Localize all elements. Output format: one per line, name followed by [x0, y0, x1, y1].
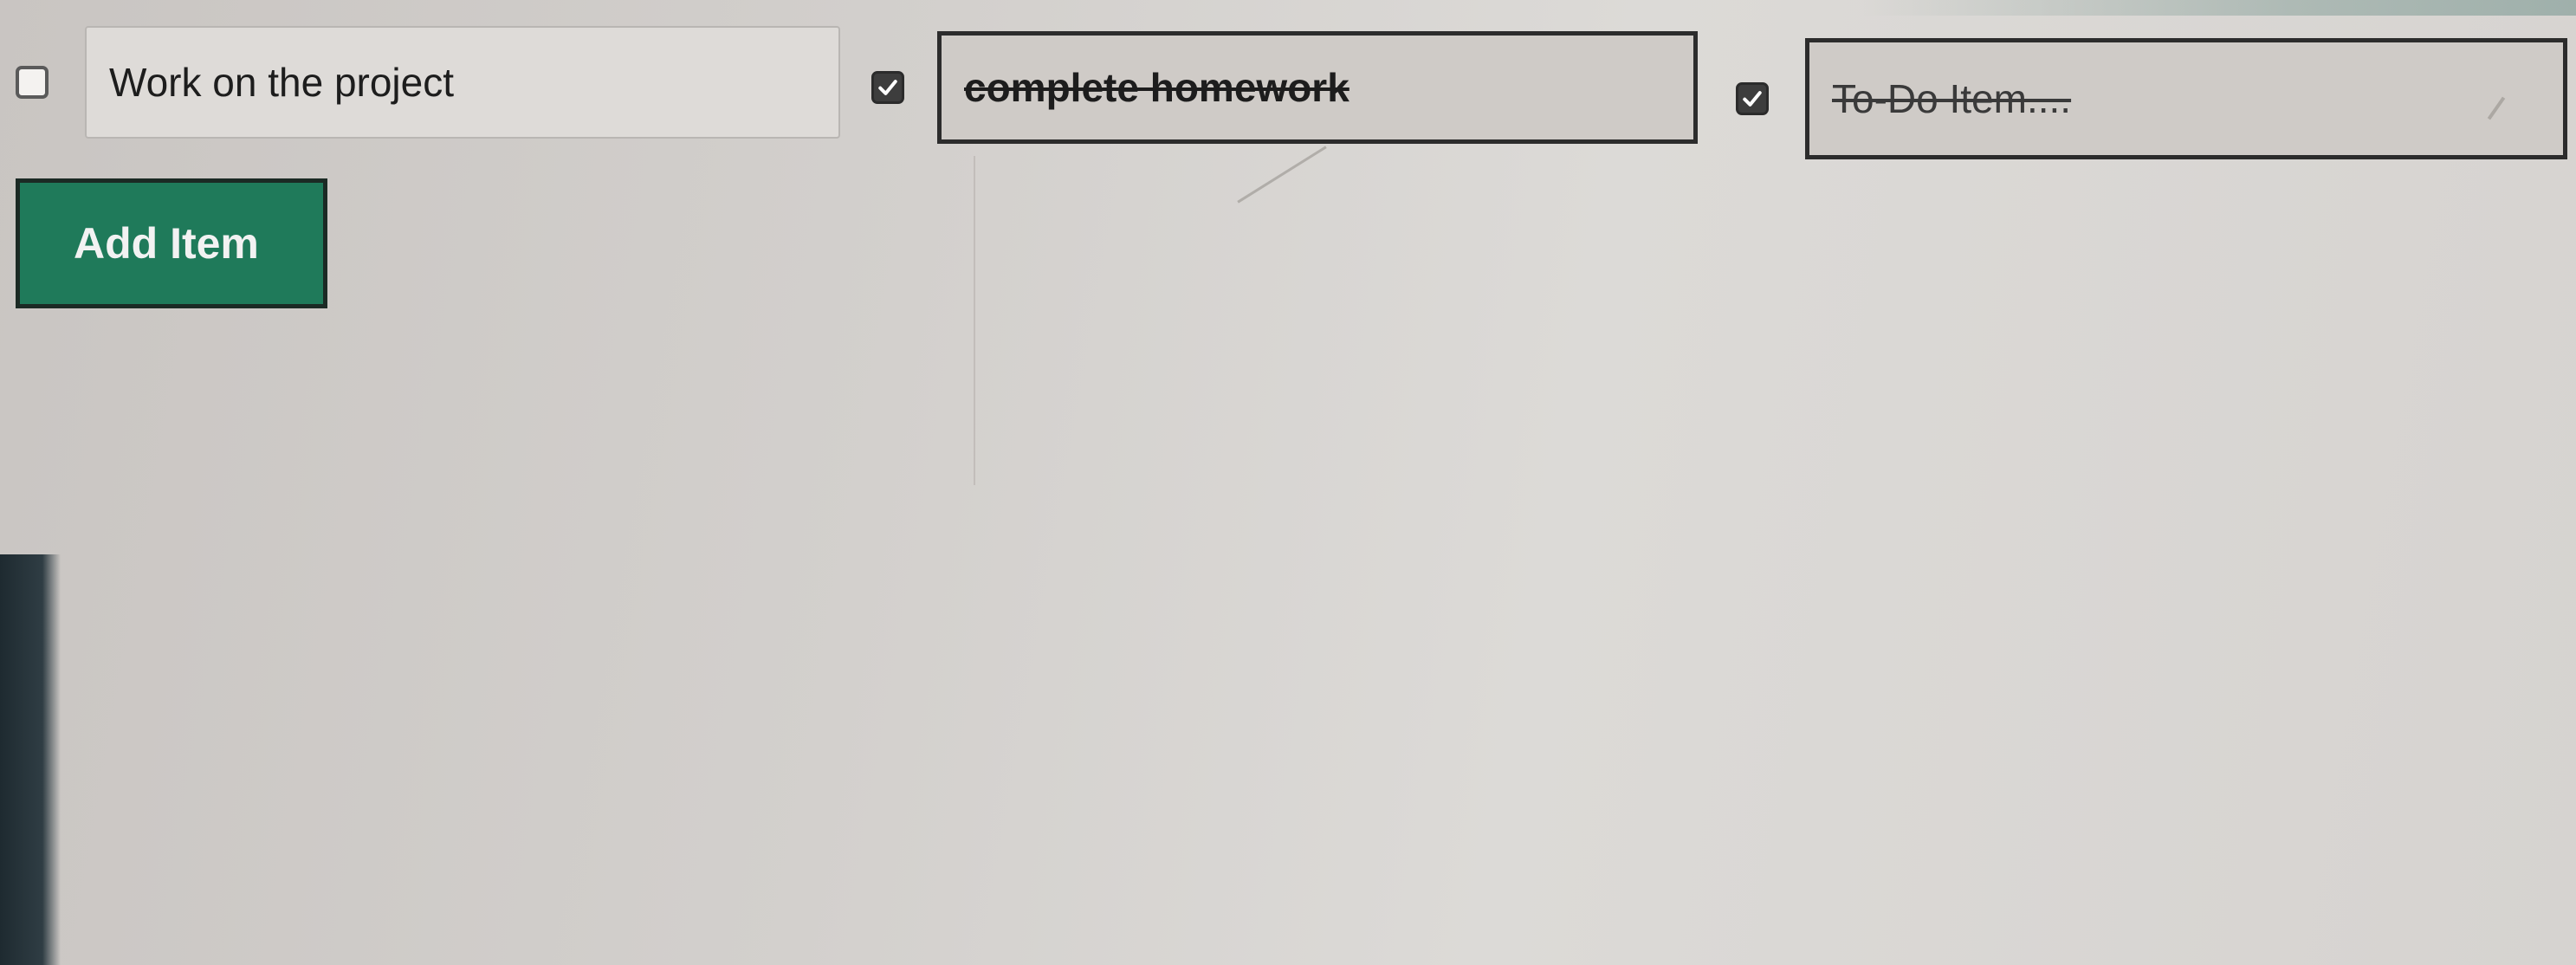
- checkmark-icon: [1743, 91, 1762, 107]
- todo-text-1: Work on the project: [109, 60, 455, 105]
- todo-item-1: Work on the project: [16, 26, 840, 139]
- checkmark-icon: [878, 80, 897, 95]
- todo-checkbox-1[interactable]: [16, 66, 49, 99]
- todo-text-3: To-Do Item....: [1832, 76, 2072, 121]
- todo-text-input-3[interactable]: To-Do Item....: [1805, 38, 2567, 159]
- screen-scratch: [974, 156, 975, 485]
- todo-text-2: complete homework: [964, 65, 1349, 110]
- todo-checkbox-3[interactable]: [1736, 82, 1769, 115]
- todo-item-3: To-Do Item....: [1736, 38, 2567, 159]
- window-top-edge: [1862, 0, 2576, 16]
- monitor-bezel: [0, 554, 61, 965]
- add-item-button[interactable]: Add Item: [16, 178, 327, 308]
- todo-text-input-2[interactable]: complete homework: [937, 31, 1698, 144]
- todo-list: Work on the project complete homework To…: [0, 26, 2576, 165]
- todo-checkbox-2[interactable]: [871, 71, 904, 104]
- todo-item-2: complete homework: [871, 31, 1698, 144]
- todo-text-input-1[interactable]: Work on the project: [85, 26, 840, 139]
